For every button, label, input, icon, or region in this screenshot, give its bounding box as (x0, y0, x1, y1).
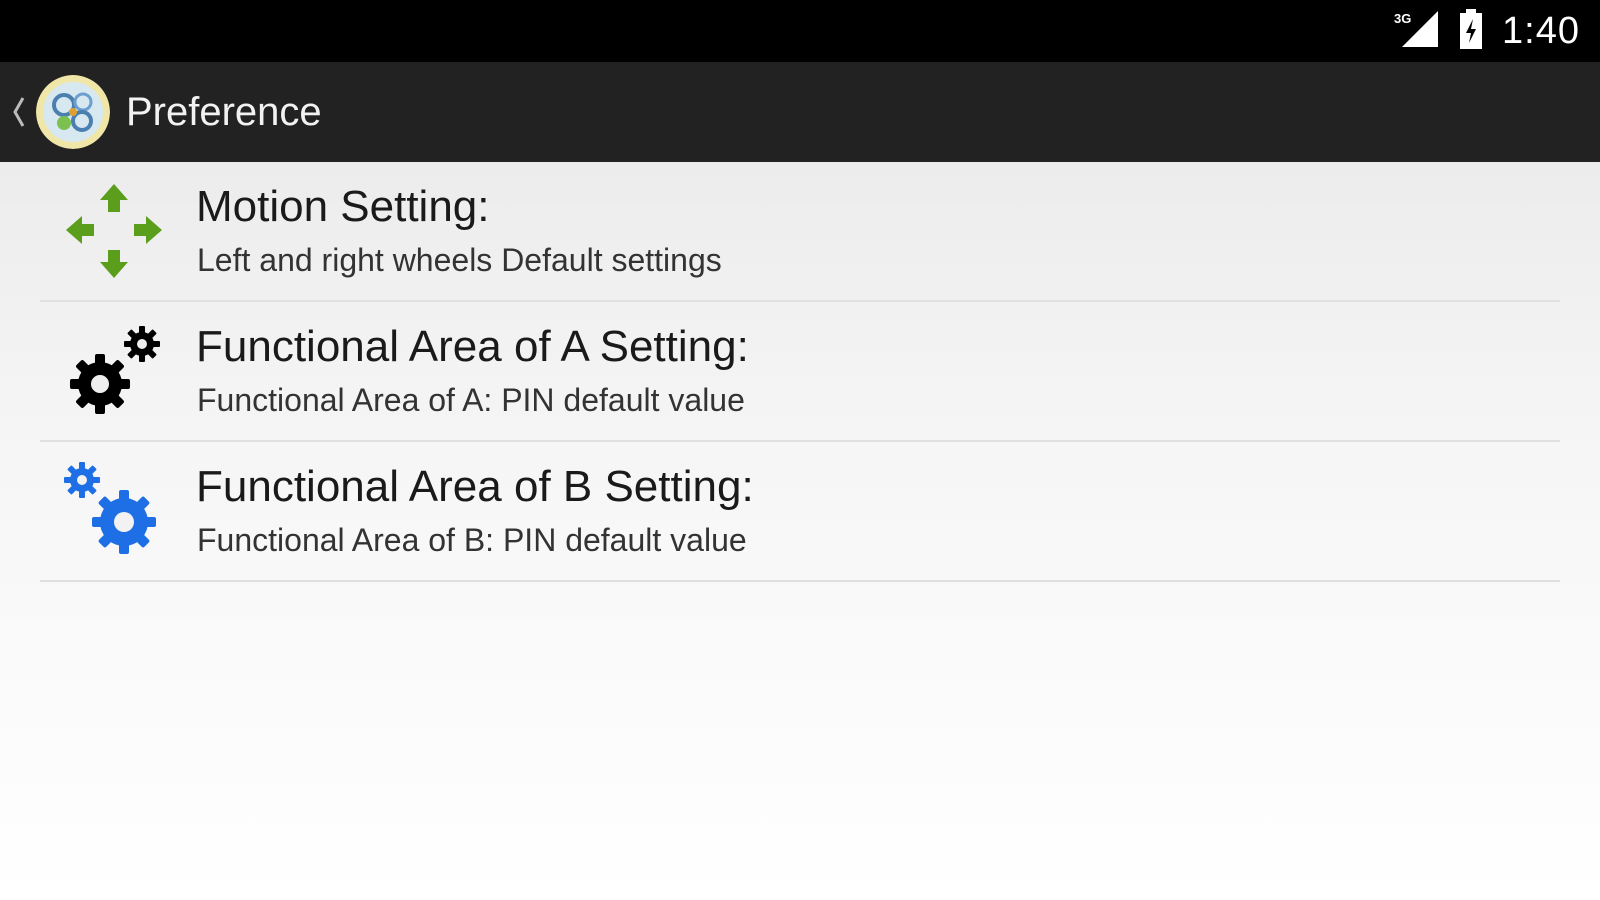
functional-area-a-setting-item[interactable]: Functional Area of A Setting: Functional… (40, 302, 1560, 442)
functional-area-b-setting-item[interactable]: Functional Area of B Setting: Functional… (40, 442, 1560, 582)
move-arrows-icon (64, 182, 164, 282)
network-type-label: 3G (1394, 11, 1411, 26)
signal-icon: 3G (1394, 9, 1440, 54)
status-bar: 3G 1:40 (0, 0, 1600, 62)
preference-title: Functional Area of A Setting: (196, 322, 749, 371)
app-logo-icon[interactable] (36, 75, 110, 149)
gears-icon (64, 322, 164, 422)
gears-icon (64, 462, 164, 562)
chevron-left-icon[interactable] (8, 94, 30, 130)
preference-summary: Left and right wheels Default settings (197, 242, 722, 278)
preference-summary: Functional Area of B: PIN default value (197, 522, 747, 558)
status-icons: 3G 1:40 (1394, 0, 1580, 62)
action-bar: Preference (0, 62, 1600, 162)
preference-screen: Motion Setting: Left and right wheels De… (0, 162, 1600, 900)
motion-setting-item[interactable]: Motion Setting: Left and right wheels De… (40, 162, 1560, 302)
preference-summary: Functional Area of A: PIN default value (197, 382, 745, 418)
battery-icon (1458, 8, 1484, 54)
preference-list: Motion Setting: Left and right wheels De… (40, 162, 1560, 582)
preference-title: Functional Area of B Setting: (196, 462, 754, 511)
preference-title: Motion Setting: (196, 182, 490, 231)
status-time: 1:40 (1502, 9, 1580, 52)
page-title: Preference (126, 89, 322, 134)
